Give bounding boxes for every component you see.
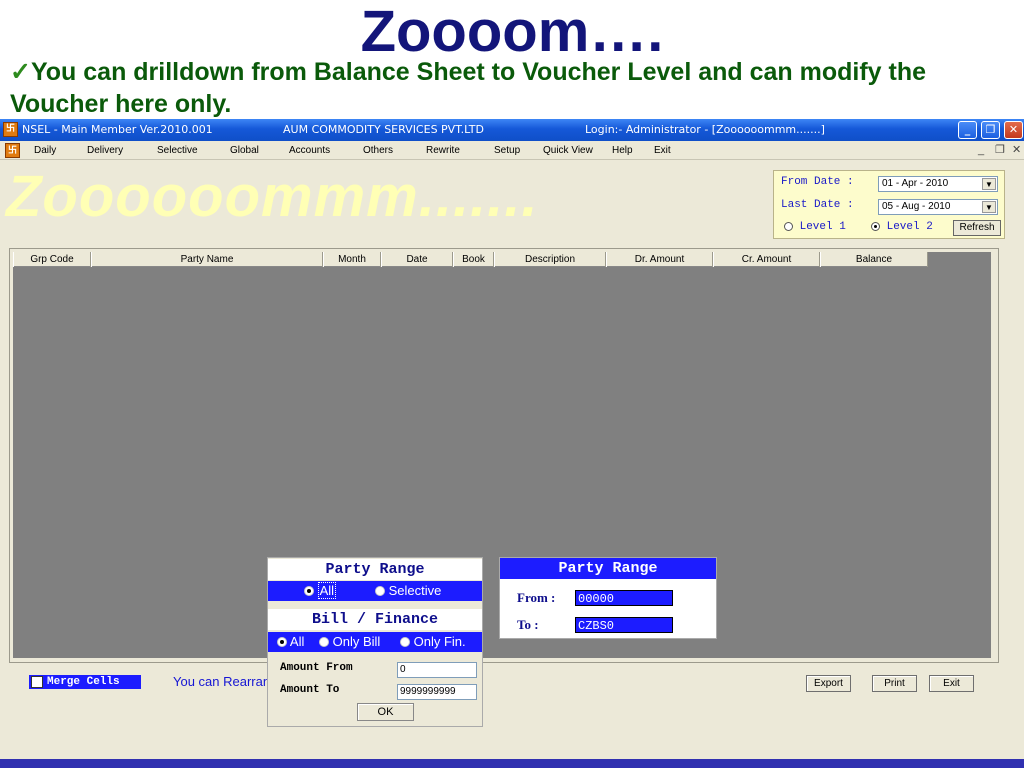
party-selective-label: Selective xyxy=(388,583,442,598)
party-from-label: From : xyxy=(517,590,556,605)
radio-icon xyxy=(375,586,385,596)
mdi-minimize-button[interactable]: _ xyxy=(978,141,984,160)
bill-finance-options: All Only Bill Only Fin. xyxy=(268,632,482,652)
party-to-label: To : xyxy=(517,617,539,632)
menu-global[interactable]: Global xyxy=(230,141,259,160)
last-date-value: 05 - Aug - 2010 xyxy=(882,201,951,212)
level2-radio[interactable]: Level 2 xyxy=(871,221,933,233)
window-titlebar[interactable]: 卐 NSEL - Main Member Ver.2010.001 AUM CO… xyxy=(0,119,1024,141)
checkmark-icon: ✓ xyxy=(10,58,31,86)
menu-quick-view[interactable]: Quick View xyxy=(543,141,593,160)
window-app-title: NSEL - Main Member Ver.2010.001 xyxy=(22,123,213,136)
radio-icon xyxy=(784,221,793,231)
menu-exit[interactable]: Exit xyxy=(654,141,671,160)
export-button[interactable]: Export xyxy=(806,675,851,692)
slide-title: Zoooom…. xyxy=(360,0,664,64)
close-button[interactable]: ✕ xyxy=(1004,121,1023,139)
exit-button[interactable]: Exit xyxy=(929,675,974,692)
menu-selective[interactable]: Selective xyxy=(157,141,198,160)
party-to-input[interactable]: CZBS0 xyxy=(575,617,673,633)
col-month[interactable]: Month xyxy=(323,252,381,267)
grid-header: Grp Code Party Name Month Date Book Desc… xyxy=(13,252,928,267)
col-cr-amount[interactable]: Cr. Amount xyxy=(713,252,820,267)
only-fin-radio[interactable]: Only Fin. xyxy=(400,632,466,652)
only-fin-label: Only Fin. xyxy=(413,634,466,649)
from-date-value: 01 - Apr - 2010 xyxy=(882,178,949,189)
amount-from-input[interactable]: 0 xyxy=(397,662,477,678)
menu-setup[interactable]: Setup xyxy=(494,141,520,160)
menu-daily[interactable]: Daily xyxy=(34,141,56,160)
menu-app-icon[interactable]: 卐 xyxy=(5,143,20,158)
dropdown-arrow-icon[interactable]: ▼ xyxy=(982,178,996,190)
col-party-name[interactable]: Party Name xyxy=(91,252,323,267)
radio-checked-icon xyxy=(277,637,287,647)
menu-help[interactable]: Help xyxy=(612,141,633,160)
col-date[interactable]: Date xyxy=(381,252,453,267)
amount-from-label: Amount From xyxy=(280,662,353,674)
minimize-button[interactable]: _ xyxy=(958,121,977,139)
only-bill-radio[interactable]: Only Bill xyxy=(319,632,380,652)
slide-bullet: ✓You can drilldown from Balance Sheet to… xyxy=(10,56,1015,120)
slide-bullet-text: You can drilldown from Balance Sheet to … xyxy=(10,58,927,118)
menu-others[interactable]: Others xyxy=(363,141,393,160)
radio-icon xyxy=(319,637,329,647)
party-range-title: Party Range xyxy=(268,559,482,580)
party-range-filter-panel: Party Range All Selective Bill / Finance… xyxy=(267,557,483,727)
bill-finance-title: Bill / Finance xyxy=(268,609,482,630)
col-dr-amount[interactable]: Dr. Amount xyxy=(606,252,713,267)
window-company: AUM COMMODITY SERVICES PVT.LTD xyxy=(283,123,484,136)
window-login: Login:- Administrator - [Zoooooommm.....… xyxy=(585,123,825,136)
party-range-code-title: Party Range xyxy=(500,558,716,579)
merge-cells-checkbox[interactable]: Merge Cells xyxy=(29,675,141,689)
from-date-label: From Date : xyxy=(781,176,854,188)
col-grp-code[interactable]: Grp Code xyxy=(13,252,91,267)
menu-rewrite[interactable]: Rewrite xyxy=(426,141,460,160)
mdi-restore-button[interactable]: ❐ xyxy=(995,141,1005,160)
app-window: 卐 NSEL - Main Member Ver.2010.001 AUM CO… xyxy=(0,119,1024,768)
merge-cells-label: Merge Cells xyxy=(47,676,120,688)
menu-bar: 卐 Daily Delivery Selective Global Accoun… xyxy=(0,141,1024,160)
print-button[interactable]: Print xyxy=(872,675,917,692)
only-bill-label: Only Bill xyxy=(332,634,381,649)
amount-to-label: Amount To xyxy=(280,684,340,696)
refresh-button[interactable]: Refresh xyxy=(953,220,1001,236)
ok-button[interactable]: OK xyxy=(357,703,414,721)
level2-label: Level 2 xyxy=(886,221,933,233)
radio-checked-icon xyxy=(304,586,314,596)
app-icon[interactable]: 卐 xyxy=(3,122,18,137)
party-all-label: All xyxy=(317,582,337,599)
party-all-radio[interactable]: All xyxy=(304,581,337,601)
party-range-options: All Selective xyxy=(268,581,482,601)
last-date-label: Last Date : xyxy=(781,199,854,211)
date-panel: From Date : 01 - Apr - 2010 ▼ Last Date :… xyxy=(773,170,1005,239)
status-bar xyxy=(0,759,1024,768)
party-range-code-panel: Party Range From : 00000 To : CZBS0 xyxy=(499,557,717,639)
mdi-close-button[interactable]: ✕ xyxy=(1012,141,1021,160)
banner-text: Zoooooommm....... xyxy=(6,164,539,229)
menu-accounts[interactable]: Accounts xyxy=(289,141,330,160)
col-description[interactable]: Description xyxy=(494,252,606,267)
from-date-select[interactable]: 01 - Apr - 2010 ▼ xyxy=(878,176,998,192)
radio-checked-icon xyxy=(871,221,880,231)
col-balance[interactable]: Balance xyxy=(820,252,928,267)
bill-all-label: All xyxy=(289,634,305,649)
amount-to-input[interactable]: 9999999999 xyxy=(397,684,477,700)
checkbox-icon xyxy=(31,676,43,688)
col-book[interactable]: Book xyxy=(453,252,494,267)
level1-radio[interactable]: Level 1 xyxy=(784,221,846,233)
client-area: Zoooooommm....... From Date : 01 - Apr -… xyxy=(0,160,1024,768)
party-selective-radio[interactable]: Selective xyxy=(375,581,441,601)
menu-delivery[interactable]: Delivery xyxy=(87,141,123,160)
level1-label: Level 1 xyxy=(799,221,846,233)
bill-all-radio[interactable]: All xyxy=(277,632,304,652)
radio-icon xyxy=(400,637,410,647)
maximize-button[interactable]: ❐ xyxy=(981,121,1000,139)
dropdown-arrow-icon[interactable]: ▼ xyxy=(982,201,996,213)
last-date-select[interactable]: 05 - Aug - 2010 ▼ xyxy=(878,199,998,215)
party-from-input[interactable]: 00000 xyxy=(575,590,673,606)
